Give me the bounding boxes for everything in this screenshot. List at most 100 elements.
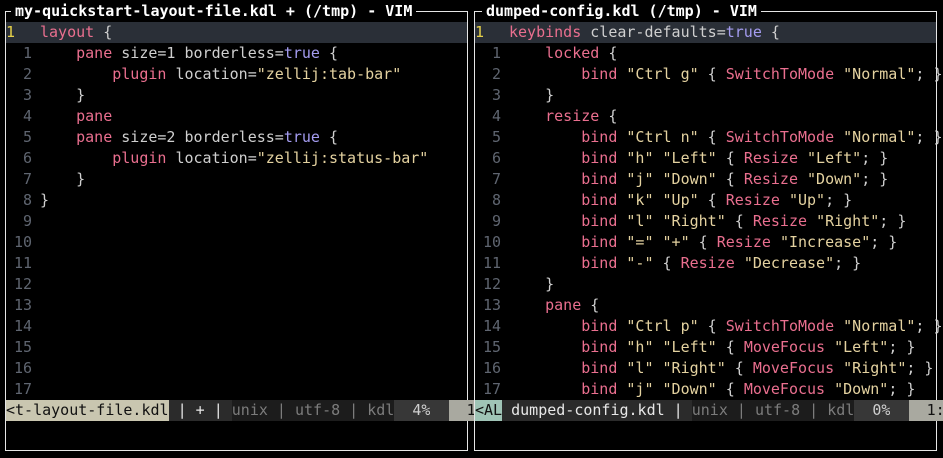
- code-line[interactable]: 2 plugin location="zellij:tab-bar": [6, 64, 467, 85]
- status-encoding: utf-8: [754, 401, 801, 419]
- code-token: Resize: [743, 149, 798, 167]
- code-line[interactable]: 17: [6, 379, 467, 400]
- code-line[interactable]: 12 }: [475, 274, 936, 295]
- line-text: }: [501, 86, 554, 104]
- code-token: "Right": [843, 359, 907, 377]
- code-line[interactable]: 7 }: [6, 169, 467, 190]
- status-percent: 0%: [872, 400, 891, 421]
- left-pane-title: my-quickstart-layout-file.kdl + (/tmp) -…: [11, 2, 417, 20]
- line-text: [32, 317, 40, 335]
- code-token: {: [725, 359, 753, 377]
- code-line[interactable]: 3 }: [6, 85, 467, 106]
- code-token: Resize: [716, 233, 771, 251]
- code-token: pane: [545, 296, 582, 314]
- code-line[interactable]: 5 bind "Ctrl n" { SwitchToMode "Normal";…: [475, 127, 943, 148]
- code-line[interactable]: 9: [6, 211, 467, 232]
- right-code-area[interactable]: 1 keybinds clear-defaults=true {1 locked …: [475, 22, 943, 400]
- code-token: "j": [626, 380, 654, 398]
- code-line[interactable]: 13: [6, 295, 467, 316]
- code-line[interactable]: 13 pane {: [475, 295, 936, 316]
- code-token: bind: [581, 149, 618, 167]
- current-code-line[interactable]: 1 keybinds clear-defaults=true {: [475, 22, 936, 43]
- code-line[interactable]: 12: [6, 274, 467, 295]
- code-line[interactable]: 7 bind "j" "Down" { Resize "Down"; }: [475, 169, 936, 190]
- code-line[interactable]: 15 bind "h" "Left" { MoveFocus "Left"; }: [475, 337, 936, 358]
- code-line[interactable]: 11: [6, 253, 467, 274]
- line-number: 7: [491, 170, 501, 188]
- code-line[interactable]: 17 bind "j" "Down" { MoveFocus "Down"; }: [475, 379, 936, 400]
- code-line[interactable]: 10: [6, 232, 467, 253]
- code-token: {: [761, 23, 780, 41]
- code-line[interactable]: 1 locked {: [475, 43, 936, 64]
- left-code-area[interactable]: 1 layout {1 pane size=1 borderless=true {…: [6, 22, 467, 400]
- code-token: ; }: [861, 170, 889, 188]
- code-token: true: [725, 23, 762, 41]
- code-line[interactable]: 3 }: [475, 85, 936, 106]
- code-line[interactable]: 8}: [6, 190, 467, 211]
- code-line[interactable]: 6 plugin location="zellij:status-bar": [6, 148, 467, 169]
- right-editor-pane[interactable]: 1 keybinds clear-defaults=true {1 locked …: [474, 11, 943, 451]
- line-text: [32, 275, 40, 293]
- line-text: }: [501, 275, 554, 293]
- code-token: "-": [626, 254, 654, 272]
- code-token: locked: [545, 44, 600, 62]
- current-code-line[interactable]: 1 layout {: [6, 22, 467, 43]
- code-token: bind: [581, 170, 618, 188]
- line-text: [32, 254, 40, 272]
- code-line[interactable]: 14: [6, 316, 467, 337]
- line-number: 3: [491, 86, 501, 104]
- code-line[interactable]: 11 bind "-" { Resize "Decrease"; }: [475, 253, 936, 274]
- code-token: ; }: [888, 338, 916, 356]
- code-line[interactable]: 1 pane size=1 borderless=true {: [6, 43, 467, 64]
- line-text: }: [32, 86, 85, 104]
- code-token: location=: [166, 149, 257, 167]
- line-text: bind "Ctrl p" { SwitchToMode "Normal"; }: [501, 317, 943, 335]
- code-token: }: [509, 86, 555, 104]
- code-token: SwitchToMode: [725, 65, 835, 83]
- code-token: {: [698, 128, 726, 146]
- code-token: "Down": [807, 170, 862, 188]
- line-number: 5: [22, 128, 32, 146]
- status-mode: <t-layout-file.kdl: [6, 400, 169, 421]
- code-line[interactable]: 2 bind "Ctrl g" { SwitchToMode "Normal";…: [475, 64, 943, 85]
- status-format: unix: [691, 401, 728, 419]
- code-token: }: [509, 275, 555, 293]
- code-token: "Right": [816, 212, 880, 230]
- line-text: bind "Ctrl g" { SwitchToMode "Normal"; }: [501, 65, 942, 83]
- code-line[interactable]: 16: [6, 358, 467, 379]
- code-line[interactable]: 10 bind "=" "+" { Resize "Increase"; }: [475, 232, 936, 253]
- code-line[interactable]: 14 bind "Ctrl p" { SwitchToMode "Normal"…: [475, 316, 943, 337]
- code-line[interactable]: 16 bind "l" "Right" { MoveFocus "Right";…: [475, 358, 936, 379]
- code-line[interactable]: 6 bind "h" "Left" { Resize "Left"; }: [475, 148, 936, 169]
- code-line[interactable]: 4 resize {: [475, 106, 936, 127]
- line-text: plugin location="zellij:tab-bar": [32, 65, 401, 83]
- line-number: 7: [22, 170, 32, 188]
- code-token: ; }: [915, 317, 943, 335]
- code-line[interactable]: 5 pane size=2 borderless=true {: [6, 127, 467, 148]
- left-editor-pane[interactable]: 1 layout {1 pane size=1 borderless=true {…: [5, 11, 512, 451]
- code-line[interactable]: 9 bind "l" "Right" { Resize "Right"; }: [475, 211, 936, 232]
- code-line[interactable]: 15: [6, 337, 467, 358]
- code-token: "Up": [788, 191, 826, 209]
- status-position: 1:1: [926, 400, 943, 421]
- code-line[interactable]: 8 bind "k" "Up" { Resize "Up"; }: [475, 190, 936, 211]
- code-line[interactable]: 4 pane: [6, 106, 467, 127]
- line-number: 10: [13, 233, 32, 251]
- line-number: 12: [13, 275, 32, 293]
- code-token: bind: [581, 212, 618, 230]
- code-token: bind: [581, 317, 618, 335]
- code-token: Resize: [743, 170, 798, 188]
- line-number: 2: [491, 65, 501, 83]
